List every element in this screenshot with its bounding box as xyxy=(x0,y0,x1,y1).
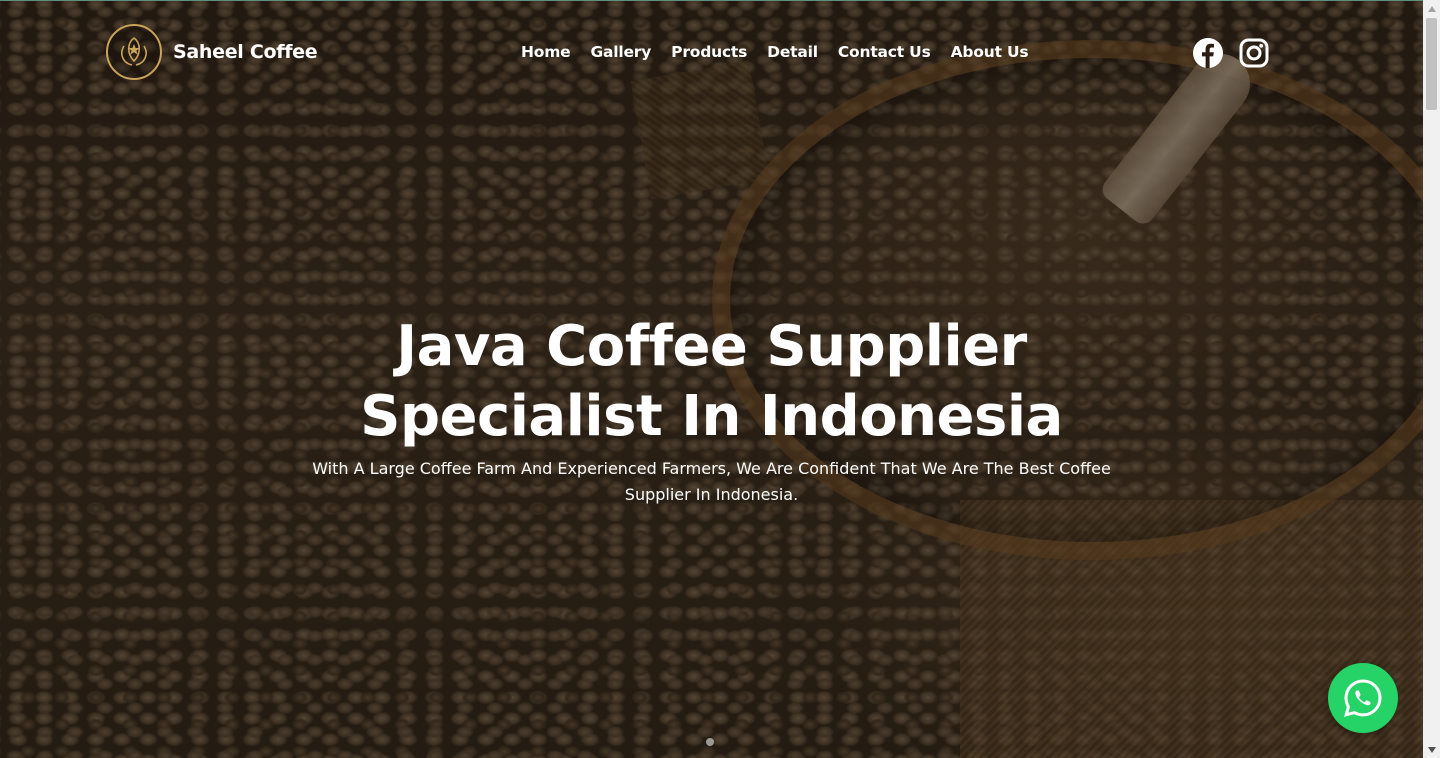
facebook-icon[interactable] xyxy=(1192,37,1224,69)
nav-about-us[interactable]: About Us xyxy=(951,43,1029,61)
nav-detail[interactable]: Detail xyxy=(767,43,818,61)
brand-name[interactable]: Saheel Coffee xyxy=(173,41,318,63)
scroll-down-arrow-icon[interactable] xyxy=(1423,741,1440,758)
hero-title-line-1: Java Coffee Supplier xyxy=(396,314,1027,379)
main-nav: Home Gallery Products Detail Contact Us … xyxy=(521,43,1048,61)
carousel-dot[interactable] xyxy=(706,738,714,746)
window-top-border xyxy=(0,0,1440,1)
hero-title: Java Coffee Supplier Specialist In Indon… xyxy=(0,312,1423,452)
carousel-indicator[interactable] xyxy=(706,738,714,746)
hero-title-line-2: Specialist In Indonesia xyxy=(360,384,1063,449)
nav-contact-us[interactable]: Contact Us xyxy=(838,43,931,61)
nav-products[interactable]: Products xyxy=(671,43,747,61)
site-header: Saheel Coffee Home Gallery Products Deta… xyxy=(0,0,1423,105)
scroll-up-arrow-icon[interactable] xyxy=(1423,0,1440,17)
nav-gallery[interactable]: Gallery xyxy=(590,43,651,61)
whatsapp-button[interactable] xyxy=(1328,663,1398,733)
social-links xyxy=(1192,37,1270,69)
nav-home[interactable]: Home xyxy=(521,43,571,61)
whatsapp-icon xyxy=(1344,679,1382,717)
scrollbar-thumb[interactable] xyxy=(1426,18,1437,110)
hero-subtitle: With A Large Coffee Farm And Experienced… xyxy=(312,459,1111,504)
brand[interactable]: Saheel Coffee xyxy=(106,24,318,80)
coffee-bean-star-logo[interactable] xyxy=(106,24,162,80)
instagram-icon[interactable] xyxy=(1238,37,1270,69)
page-scrollbar[interactable] xyxy=(1423,0,1440,758)
